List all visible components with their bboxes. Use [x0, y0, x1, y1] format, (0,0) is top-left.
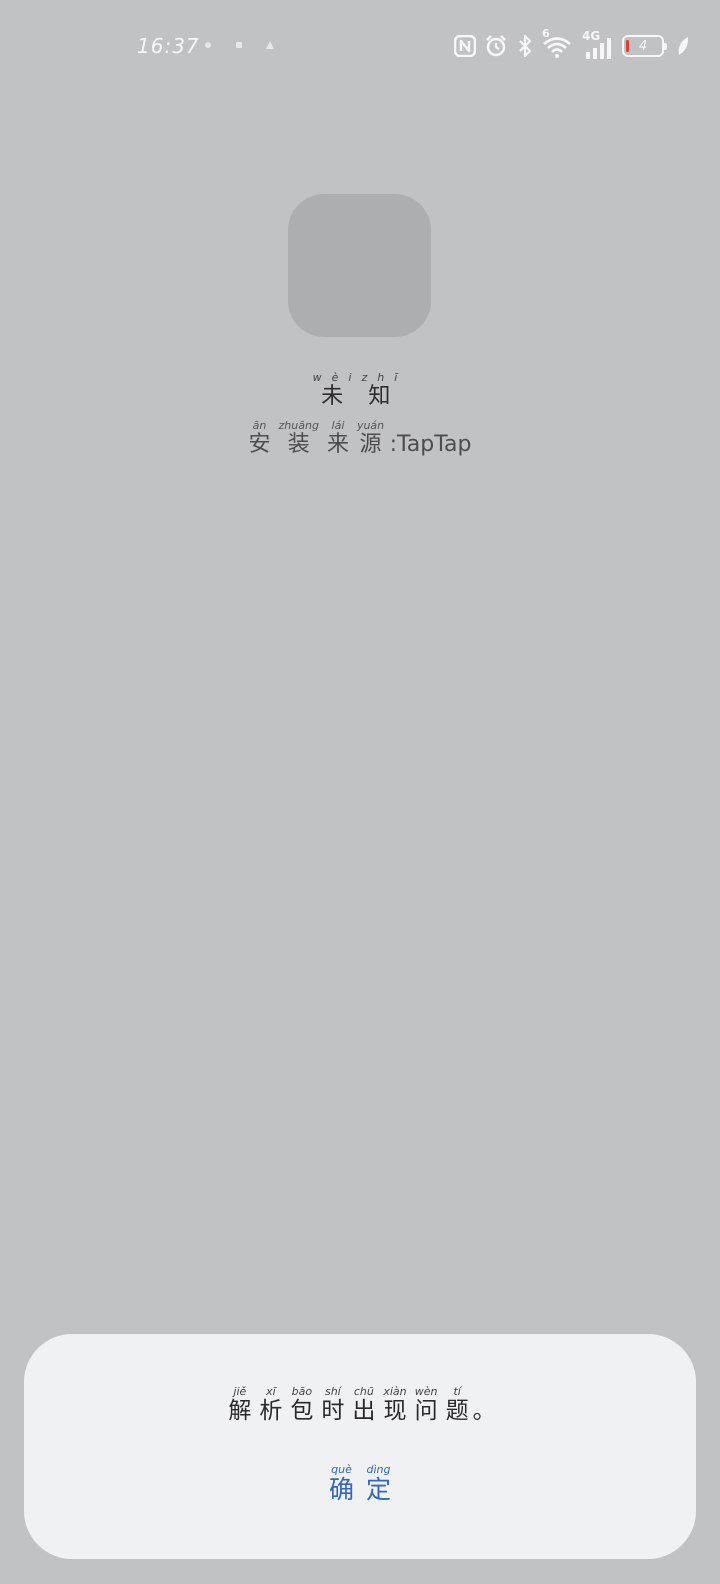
app-name-glyph: 知zhī — [361, 371, 408, 409]
source-label-glyph-pinyin: lái — [326, 419, 349, 432]
app-icon — [288, 194, 431, 337]
source-label-glyph: 安ān — [248, 419, 271, 457]
install-source: 安ān 装zhuāng 来lái 源yuán:TapTap — [0, 419, 720, 458]
install-source-value: TapTap — [396, 432, 472, 457]
app-name-glyph: 未wèi — [312, 371, 362, 409]
message-glyph: 题tí — [445, 1385, 469, 1424]
message-glyph: 现xiàn — [383, 1385, 407, 1424]
message-glyph-pinyin: shí — [321, 1385, 345, 1398]
source-label-glyph: 装zhuāng — [278, 419, 319, 457]
dialog-message-end: 。 — [472, 1398, 496, 1424]
install-source-label: 安ān 装zhuāng 来lái 源yuán — [248, 419, 390, 457]
notification-icon — [205, 42, 211, 48]
install-source-separator: : — [389, 432, 397, 457]
app-name: 未wèi知zhī — [0, 371, 720, 410]
message-glyph: 出chū — [352, 1385, 376, 1424]
status-bar: 16:37 6 4G 4 — [0, 0, 720, 92]
confirm-glyph-pinyin: dìng — [366, 1463, 391, 1476]
source-label-glyph-pinyin: yuán — [356, 419, 385, 432]
wifi-badge: 6 — [542, 27, 550, 40]
message-glyph: 问wèn — [414, 1385, 438, 1424]
source-label-glyph: 来lái — [326, 419, 349, 457]
message-glyph-char: 问 — [414, 1398, 438, 1424]
message-glyph: 时shí — [321, 1385, 345, 1424]
source-label-glyph-char: 安 — [248, 432, 271, 457]
notification-icon — [236, 42, 242, 48]
bluetooth-icon — [519, 34, 532, 58]
source-label-glyph-pinyin: zhuāng — [278, 419, 319, 432]
notification-icon — [266, 41, 274, 49]
status-time: 16:37 — [137, 34, 200, 58]
app-name-glyph-char: 未 — [312, 384, 362, 409]
nfc-icon — [454, 35, 476, 57]
battery-level: 4 — [638, 38, 648, 54]
error-dialog: 解jiě析xī包bāo时shí出chū现xiàn问wèn题tí。 确què定dì… — [24, 1334, 696, 1559]
confirm-glyph: 定dìng — [366, 1463, 392, 1504]
message-glyph-char: 包 — [290, 1398, 314, 1424]
status-icons: 6 4G 4 — [454, 27, 690, 60]
wifi-indicator: 6 — [542, 27, 574, 59]
message-glyph-char: 出 — [352, 1398, 376, 1424]
confirm-glyph-pinyin: què — [328, 1463, 354, 1476]
app-name-glyph-pinyin: zhī — [361, 371, 408, 384]
source-label-glyph: 源yuán — [356, 419, 385, 457]
message-glyph-char: 现 — [383, 1398, 407, 1424]
message-glyph-char: 析 — [259, 1398, 283, 1424]
app-name-glyph-char: 知 — [361, 384, 408, 409]
message-glyph-pinyin: jiě — [228, 1385, 252, 1398]
message-glyph-pinyin: chū — [352, 1385, 376, 1398]
confirm-glyph-char: 定 — [366, 1475, 392, 1504]
confirm-glyph-char: 确 — [328, 1475, 354, 1504]
message-glyph-pinyin: wèn — [414, 1385, 438, 1398]
cellular-signal-icon — [586, 38, 611, 59]
leaf-icon — [678, 37, 689, 55]
source-label-glyph-char: 来 — [326, 432, 349, 457]
message-glyph-pinyin: xiàn — [383, 1385, 407, 1398]
source-label-glyph-char: 源 — [356, 432, 385, 457]
app-name-glyph-pinyin: wèi — [312, 371, 362, 384]
message-glyph: 解jiě — [228, 1385, 252, 1424]
dialog-message: 解jiě 析xī 包bāo 时shí 出chū 现xiàn 问wèn 题tí。 — [24, 1385, 696, 1425]
battery-icon: 4 — [622, 35, 667, 57]
message-glyph: 包bāo — [290, 1385, 314, 1424]
confirm-glyph: 确què — [328, 1463, 354, 1504]
message-glyph-char: 解 — [228, 1398, 252, 1424]
message-glyph-pinyin: bāo — [290, 1385, 314, 1398]
message-glyph-pinyin: xī — [259, 1385, 283, 1398]
confirm-button[interactable]: 确què 定dìng — [260, 1463, 460, 1524]
message-glyph-char: 题 — [445, 1398, 469, 1424]
message-glyph: 析xī — [259, 1385, 283, 1424]
alarm-icon — [486, 35, 506, 57]
cellular-indicator: 4G — [582, 29, 614, 59]
message-glyph-pinyin: tí — [445, 1385, 469, 1398]
source-label-glyph-pinyin: ān — [248, 419, 271, 432]
message-glyph-char: 时 — [321, 1398, 345, 1424]
source-label-glyph-char: 装 — [278, 432, 319, 457]
